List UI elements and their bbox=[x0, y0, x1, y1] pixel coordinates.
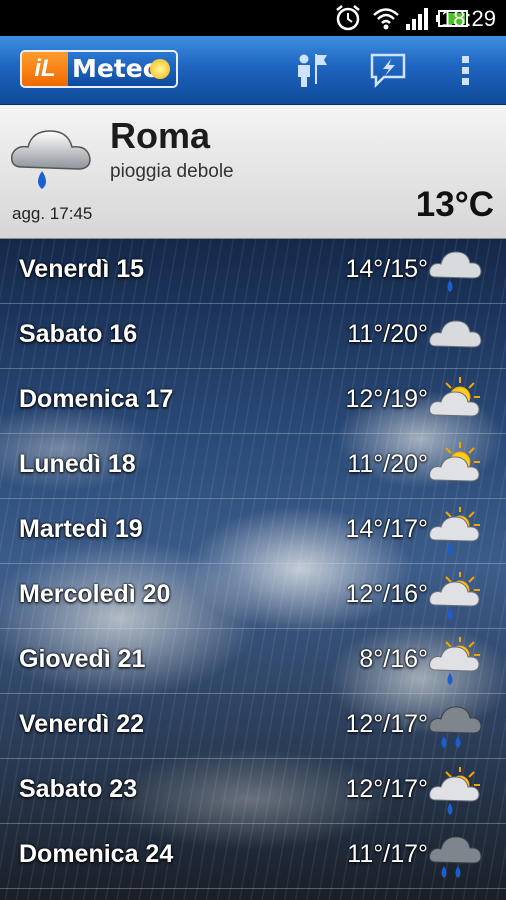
signal-icon bbox=[406, 8, 428, 30]
overflow-menu-icon bbox=[462, 56, 469, 85]
forecast-day: Mercoledì 20 bbox=[19, 580, 171, 608]
forecast-row[interactable]: Domenica 24 11°/17° bbox=[0, 824, 506, 889]
forecast-day: Sabato 23 bbox=[19, 775, 138, 803]
forecast-temperature-range: 14°/15° bbox=[345, 255, 428, 283]
forecast-temperature-range: 11°/20° bbox=[347, 450, 428, 478]
alarm-icon bbox=[336, 5, 360, 31]
sun-cloud-icon bbox=[428, 377, 482, 427]
app-logo[interactable]: iL Meteo bbox=[20, 50, 178, 88]
current-temperature: 13°C bbox=[415, 185, 494, 224]
dark-cloud-rain-icon bbox=[428, 832, 482, 882]
forecast-row[interactable]: Sabato 16 11°/20° bbox=[0, 304, 506, 369]
forecast-temperature-range: 11°/20° bbox=[347, 320, 428, 348]
cloud-icon bbox=[428, 312, 482, 362]
forecast-day: Sabato 16 bbox=[19, 320, 138, 348]
overflow-menu-button[interactable] bbox=[446, 50, 486, 90]
alerts-button[interactable] bbox=[368, 50, 408, 90]
forecast-day: Martedì 19 bbox=[19, 515, 143, 543]
status-bar: 18:29 bbox=[0, 0, 506, 36]
cloud-rain-icon bbox=[428, 247, 482, 297]
forecast-row[interactable]: Domenica 17 12°/19° bbox=[0, 369, 506, 434]
forecast-row[interactable]: Venerdì 15 14°/15° bbox=[0, 239, 506, 304]
forecast-list[interactable]: Venerdì 15 14°/15° Sabato 16 11°/20° Domenic… bbox=[0, 239, 506, 900]
current-condition: pioggia debole bbox=[110, 161, 234, 182]
sun-cloud-rain-icon bbox=[428, 637, 482, 687]
logo-prefix: iL bbox=[22, 52, 68, 86]
forecast-temperature-range: 12°/17° bbox=[345, 710, 428, 738]
logo-text: Meteo bbox=[72, 54, 160, 83]
forecast-day: Giovedì 21 bbox=[19, 645, 146, 673]
alerts-icon bbox=[370, 53, 406, 89]
status-time: 18:29 bbox=[440, 6, 496, 31]
forecast-day: Domenica 24 bbox=[19, 840, 174, 868]
forecast-row[interactable]: Lunedì 18 11°/20° bbox=[0, 434, 506, 499]
locations-icon bbox=[298, 54, 327, 87]
forecast-row[interactable]: Mercoledì 20 12°/16° bbox=[0, 564, 506, 629]
app-bar: iL Meteo bbox=[0, 36, 506, 105]
forecast-temperature-range: 14°/17° bbox=[345, 515, 428, 543]
forecast-temperature-range: 11°/17° bbox=[347, 840, 428, 868]
forecast-day: Lunedì 18 bbox=[19, 450, 136, 478]
current-weather-header[interactable]: Roma pioggia debole agg. 17:45 13°C bbox=[0, 105, 506, 239]
forecast-day: Venerdì 22 bbox=[19, 710, 145, 738]
dark-cloud-rain-icon bbox=[428, 702, 482, 752]
rain-cloud-icon bbox=[10, 130, 91, 189]
forecast-day: Domenica 17 bbox=[19, 385, 174, 413]
locations-button[interactable] bbox=[290, 50, 330, 90]
forecast-day: Venerdì 15 bbox=[19, 255, 145, 283]
forecast-temperature-range: 12°/19° bbox=[345, 385, 428, 413]
sun-cloud-rain-icon bbox=[428, 767, 482, 817]
forecast-row[interactable]: Giovedì 21 8°/16° bbox=[0, 629, 506, 694]
forecast-temperature-range: 8°/16° bbox=[359, 645, 428, 673]
forecast-row[interactable]: Venerdì 22 12°/17° bbox=[0, 694, 506, 759]
sun-cloud-rain-icon bbox=[428, 572, 482, 622]
sun-cloud-rain-icon bbox=[428, 507, 482, 557]
wifi-icon bbox=[373, 8, 399, 30]
forecast-row[interactable]: Sabato 23 12°/17° bbox=[0, 759, 506, 824]
update-time: agg. 17:45 bbox=[12, 204, 93, 223]
forecast-row[interactable]: Martedì 19 14°/17° bbox=[0, 499, 506, 564]
logo-sun-icon bbox=[150, 59, 170, 79]
forecast-temperature-range: 12°/17° bbox=[345, 775, 428, 803]
city-name: Roma bbox=[110, 115, 211, 156]
forecast-temperature-range: 12°/16° bbox=[345, 580, 428, 608]
sun-cloud-icon bbox=[428, 442, 482, 492]
